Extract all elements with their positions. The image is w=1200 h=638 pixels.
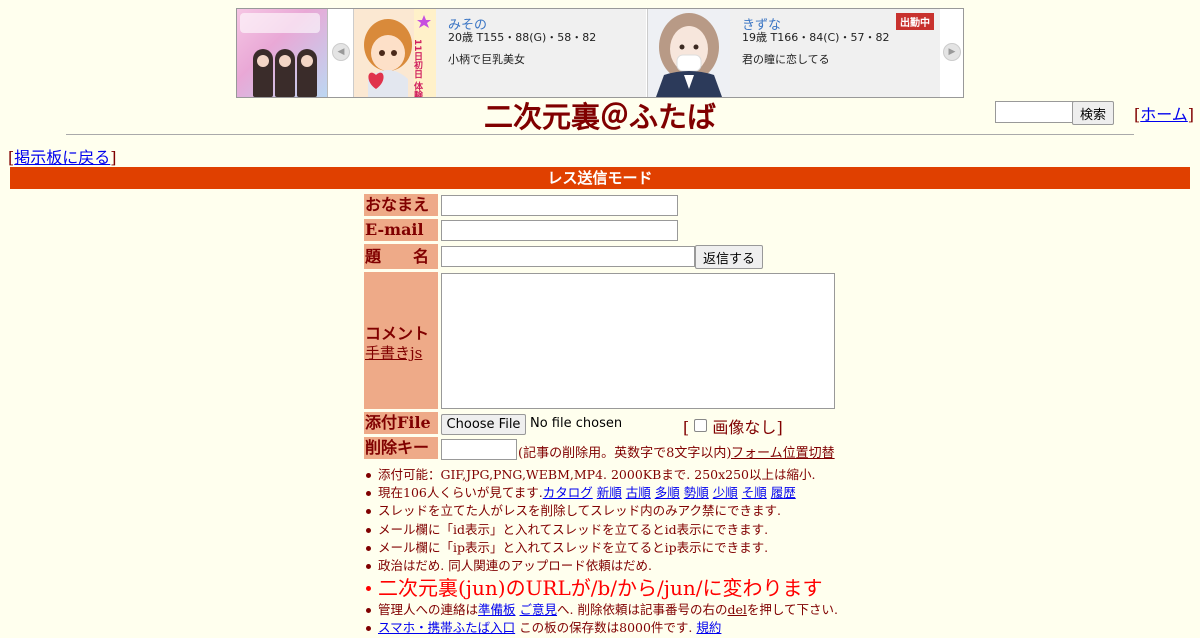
comment-label-cell: コメント 手書きjs xyxy=(364,272,438,409)
list-item: 現在106人くらいが見てます.カタログ 新順 古順 多順 勢順 少順 そ順 履歴 xyxy=(362,484,838,502)
list-item: メール欄に「id表示」と入れてスレッドを立てるとid表示にできます. xyxy=(362,521,838,539)
form-position-toggle-link[interactable]: フォーム位置切替 xyxy=(731,442,835,461)
search-button[interactable]: 検索 xyxy=(1072,101,1114,125)
delete-key-note: (記事の削除用。英数字で8文字以内) xyxy=(518,446,732,461)
note-upload-limits: 添付可能：GIF,JPG,PNG,WEBM,MP4. 2000KBまで. 250… xyxy=(378,467,816,482)
sort-momentum-link[interactable]: 勢順 xyxy=(684,485,709,500)
ad-card-desc: 君の瞳に恋してる xyxy=(742,53,830,66)
home-link-wrapper: [ホーム] xyxy=(1134,105,1195,124)
on-duty-badge: 出勤中 xyxy=(896,13,934,30)
back-to-board-link[interactable]: 掲示板に戻る xyxy=(14,148,110,167)
no-image-wrapper: [ 画像なし] xyxy=(683,418,783,437)
ad-card-photo xyxy=(648,9,730,97)
delete-request-suffix: を押して下さい. xyxy=(746,602,838,618)
prep-board-link[interactable]: 準備板 xyxy=(478,602,516,617)
catalog-link[interactable]: カタログ xyxy=(543,485,593,500)
search-input[interactable] xyxy=(995,101,1075,123)
ad-banner[interactable]: ◀ 11日初日 体験デビュー みその 20歳 T155・88(G)・58・82 … xyxy=(236,8,964,98)
ad-figure xyxy=(297,49,317,97)
handwrite-js-link[interactable]: 手書きjs xyxy=(365,342,422,363)
sort-few-link[interactable]: 少順 xyxy=(713,485,738,500)
delete-key-input[interactable] xyxy=(441,439,517,460)
storage-count-text: この板の保存数は8000件です. xyxy=(515,620,693,636)
history-link[interactable]: 履歴 xyxy=(771,485,796,500)
ad-card-kizuna[interactable]: きずな 19歳 T166・84(C)・57・82 君の瞳に恋してる 出勤中 xyxy=(647,9,940,97)
sort-new-link[interactable]: 新順 xyxy=(597,485,622,500)
list-item: 二次元裏(jun)のURLが/b/から/jun/に変わります xyxy=(362,575,838,601)
ad-thumbnail-caption xyxy=(240,13,320,33)
del-link[interactable]: del xyxy=(727,602,746,617)
ad-card-photo: 11日初日 体験デビュー xyxy=(354,9,436,97)
email-input[interactable] xyxy=(441,220,678,241)
name-label: おなまえ xyxy=(364,194,438,216)
board-rules-list: 添付可能：GIF,JPG,PNG,WEBM,MP4. 2000KBまで. 250… xyxy=(362,466,838,638)
ad-card-stats: 19歳 T166・84(C)・57・82 xyxy=(742,31,890,44)
name-input[interactable] xyxy=(441,195,678,216)
ad-figure xyxy=(275,49,295,97)
viewer-count-text: 現在106人くらいが見てます. xyxy=(378,485,543,501)
reply-mode-bar: レス送信モード xyxy=(10,167,1190,189)
comment-textarea[interactable] xyxy=(441,273,835,409)
list-item: スレッドを立てた人がレスを削除してスレッド内のみアク禁にできます. xyxy=(362,502,838,520)
ad-card-photo-text: 11日初日 体験デビュー xyxy=(412,39,424,97)
home-link[interactable]: ホーム xyxy=(1140,105,1188,124)
note-politics: 政治はだめ. 同人関連のアップロード依頼はだめ. xyxy=(378,557,652,573)
ad-prev-arrow-icon[interactable]: ◀ xyxy=(332,43,350,61)
comment-label: コメント xyxy=(365,324,430,343)
submit-reply-button[interactable]: 返信する xyxy=(695,245,763,269)
terms-link[interactable]: 規約 xyxy=(696,620,721,635)
ad-next-arrow-icon[interactable]: ▶ xyxy=(943,43,961,61)
file-label: 添付File xyxy=(364,412,438,434)
url-change-announcement: 二次元裏(jun)のURLが/b/から/jun/に変わります xyxy=(378,576,823,601)
list-item: メール欄に「ip表示」と入れてスレッドを立てるとip表示にできます. xyxy=(362,539,838,557)
no-file-chosen-text: No file chosen xyxy=(530,416,623,431)
note-thread-ban: スレッドを立てた人がレスを削除してスレッド内のみアク禁にできます. xyxy=(378,503,781,519)
sort-old-link[interactable]: 古順 xyxy=(626,485,651,500)
contact-text: 管理人への連絡は xyxy=(378,602,479,618)
choose-file-button[interactable]: Choose File xyxy=(441,414,526,435)
sort-many-link[interactable]: 多順 xyxy=(655,485,680,500)
ad-card-desc: 小柄で巨乳美女 xyxy=(448,53,525,66)
ad-card-stats: 20歳 T155・88(G)・58・82 xyxy=(448,31,597,44)
list-item: 管理人への連絡は準備板 ご意見へ. 削除依頼は記事番号の右のdelを押して下さい… xyxy=(362,601,838,619)
subject-input[interactable] xyxy=(441,246,695,267)
back-link-wrapper: [掲示板に戻る] xyxy=(8,148,117,167)
ad-card-misono[interactable]: 11日初日 体験デビュー みその 20歳 T155・88(G)・58・82 小柄… xyxy=(353,9,646,97)
delete-request-text: へ. 削除依頼は記事番号の右の xyxy=(557,602,728,618)
list-item: 添付可能：GIF,JPG,PNG,WEBM,MP4. 2000KBまで. 250… xyxy=(362,466,838,484)
subject-label: 題 名 xyxy=(364,244,438,269)
ad-thumbnail-image[interactable] xyxy=(237,9,328,97)
no-image-label: 画像なし xyxy=(712,418,777,437)
note-id-display: メール欄に「id表示」と入れてスレッドを立てるとid表示にできます. xyxy=(378,521,769,537)
mobile-entrance-link[interactable]: スマホ・携帯ふたば入口 xyxy=(378,620,515,635)
no-image-checkbox[interactable] xyxy=(694,419,708,432)
list-item: 政治はだめ. 同人関連のアップロード依頼はだめ. xyxy=(362,557,838,575)
email-label: E-mail xyxy=(364,219,438,241)
ad-figure xyxy=(253,49,273,97)
list-item: スマホ・携帯ふたば入口 この板の保存数は8000件です. 規約 xyxy=(362,619,838,637)
delete-key-label: 削除キー xyxy=(364,437,438,459)
feedback-link[interactable]: ご意見 xyxy=(520,602,558,617)
header-divider xyxy=(66,134,1134,135)
note-ip-display: メール欄に「ip表示」と入れてスレッドを立てるとip表示にできます. xyxy=(378,539,769,555)
sort-so-link[interactable]: そ順 xyxy=(742,485,767,500)
